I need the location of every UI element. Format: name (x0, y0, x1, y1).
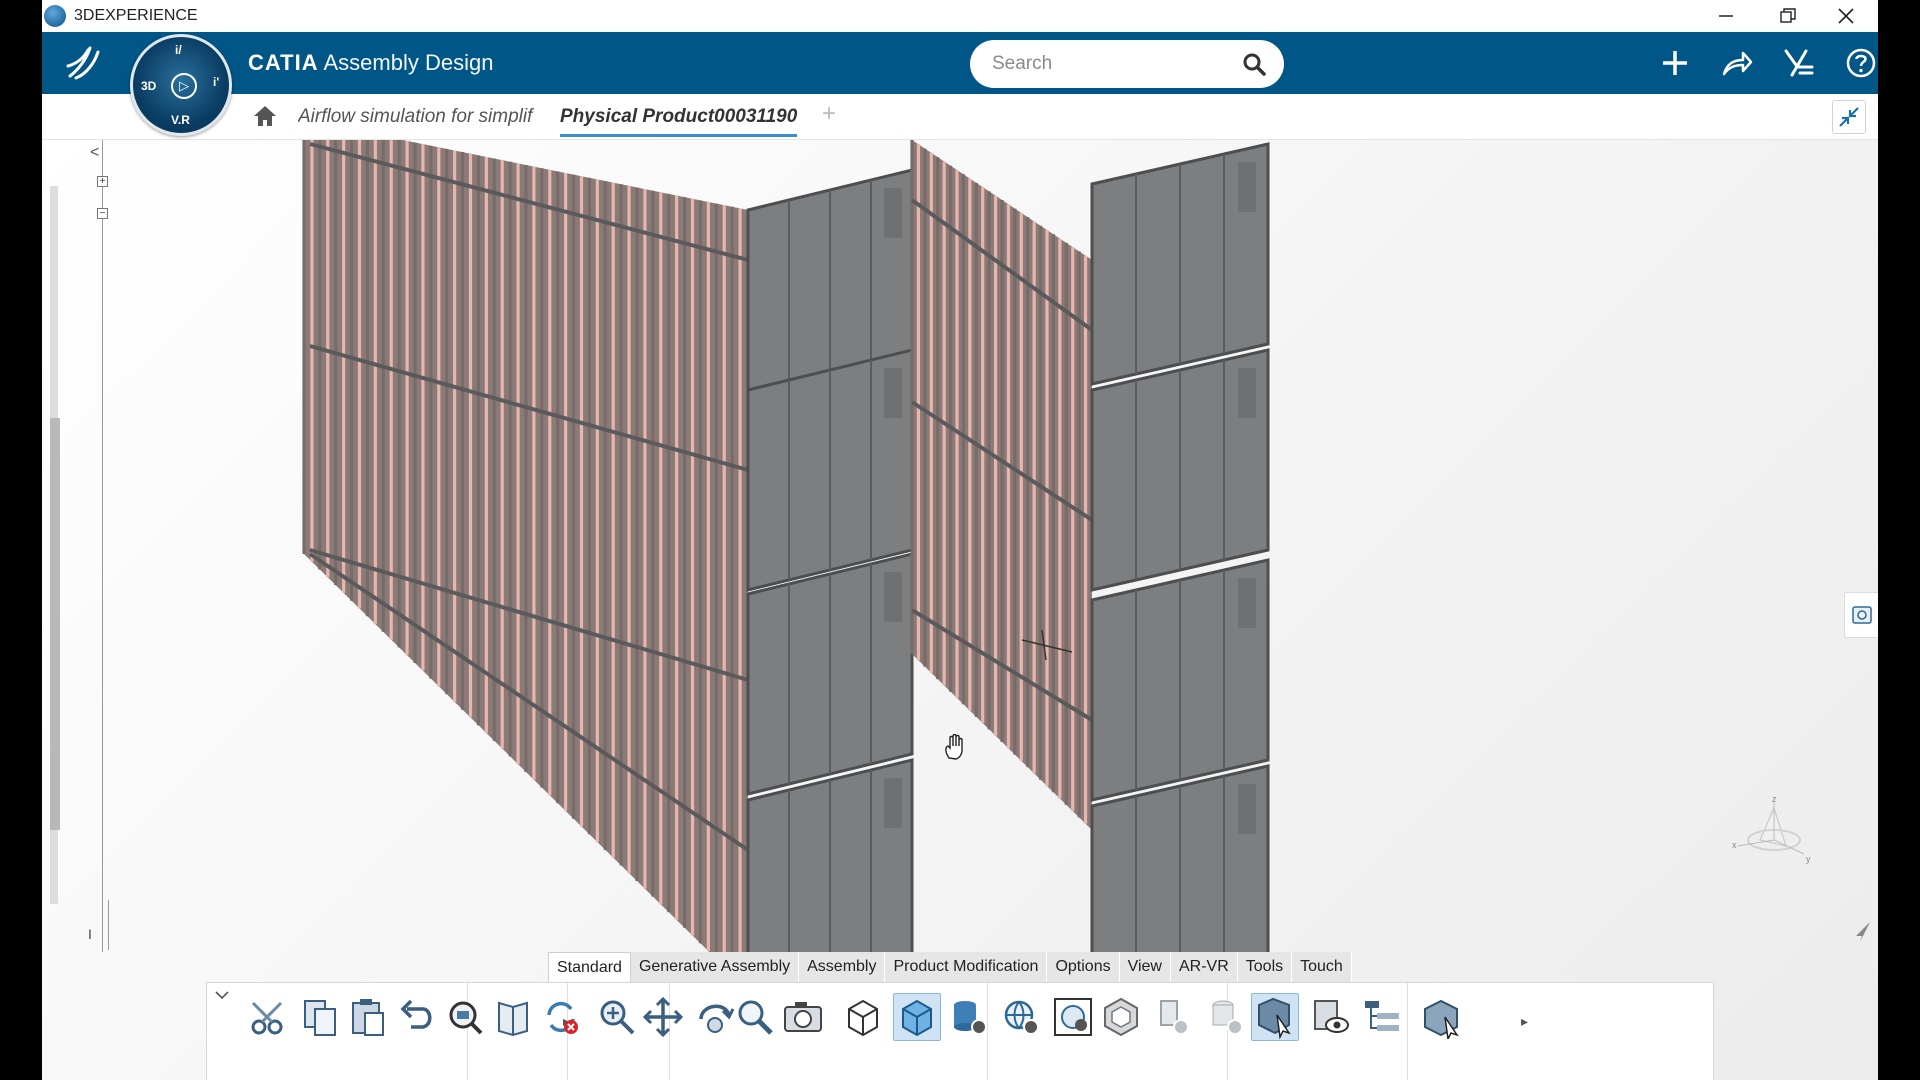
os-title-bar: 3DEXPERIENCE (42, 0, 1878, 32)
3d-viewport[interactable]: < + − I z x y (42, 140, 1878, 1080)
tab-previous[interactable]: Airflow simulation for simplif (298, 106, 550, 128)
compass-north[interactable]: i/ (175, 43, 182, 57)
tree-collapse-node[interactable]: − (97, 208, 108, 219)
tab-row: Airflow simulation for simplif Physical … (42, 94, 1878, 140)
tree-line (102, 140, 103, 952)
app-logo-icon (44, 5, 66, 27)
right-panel-toggle-icon[interactable] (1844, 592, 1878, 638)
action-bar: ▸▸▸▸ (206, 982, 1714, 1080)
hex-icon[interactable] (1097, 993, 1145, 1041)
db-gear-icon[interactable] (945, 993, 993, 1041)
magnifier-icon[interactable] (731, 993, 779, 1041)
app-window: 3DEXPERIENCE CATIA Assembly Design Searc… (42, 0, 1878, 1080)
pipe-gear-icon[interactable] (1149, 993, 1197, 1041)
update-icon[interactable] (537, 993, 585, 1041)
globe-gear-icon[interactable] (997, 993, 1045, 1041)
3d-compass[interactable]: i/ 3D i' V.R ▷ (130, 34, 232, 136)
search-icon[interactable] (1242, 52, 1266, 81)
door-label-block (884, 368, 902, 418)
app-header: CATIA Assembly Design (42, 32, 1878, 94)
toolbar-separator (1407, 983, 1408, 1080)
capture-icon[interactable] (779, 993, 827, 1041)
minimize-icon[interactable] (1694, 0, 1758, 32)
restore-icon[interactable] (1756, 0, 1820, 32)
window-title: 3DEXPERIENCE (74, 7, 198, 24)
door-label-block (884, 188, 902, 238)
action-tab-ar-vr[interactable]: AR-VR (1170, 952, 1238, 982)
dassault-logo-icon[interactable] (60, 40, 106, 86)
compass-social-icon[interactable] (1778, 42, 1820, 84)
visibility-icon[interactable] (1307, 993, 1355, 1041)
tree-collapse-button[interactable]: < (90, 144, 99, 162)
close-icon[interactable] (1814, 0, 1878, 32)
door-label-block (1238, 162, 1256, 212)
axis-z-label: z (1772, 796, 1777, 804)
search-box (970, 40, 1284, 88)
action-bar-dropdown-icon[interactable] (215, 987, 229, 1003)
action-tab-touch[interactable]: Touch (1292, 952, 1352, 982)
play-icon[interactable]: ▷ (171, 73, 197, 99)
tree-scrollbar-thumb[interactable] (50, 418, 60, 830)
action-bar-tabs: Standard Generative Assembly Assembly Produ… (548, 952, 1352, 982)
zoom-icon[interactable] (593, 993, 641, 1041)
action-tab-view[interactable]: View (1119, 952, 1171, 982)
toolbar-overflow-icon[interactable]: ▸ (1521, 1013, 1528, 1030)
compass-east[interactable]: i' (213, 75, 219, 89)
hand-cursor-icon (945, 734, 963, 760)
spec-globe-icon[interactable] (1049, 993, 1097, 1041)
axis-x-label: x (1732, 840, 1737, 850)
door-label-block (884, 778, 902, 828)
compass-vr[interactable]: V.R (171, 113, 190, 127)
cylinder-gear-icon[interactable] (1203, 993, 1251, 1041)
undo-icon[interactable] (395, 993, 443, 1041)
tree-text-caret: I (88, 926, 92, 942)
search-input[interactable] (992, 53, 1232, 75)
tree-expand-node[interactable]: + (97, 176, 108, 187)
compass-3d[interactable]: 3D (141, 79, 156, 93)
pan-icon[interactable] (639, 993, 687, 1041)
cut-icon[interactable] (243, 993, 291, 1041)
action-tab-options[interactable]: Options (1047, 952, 1120, 982)
door-label-block (1238, 784, 1256, 834)
shaded-icon[interactable] (893, 993, 941, 1041)
door-label-block (884, 572, 902, 622)
copy-icon[interactable] (297, 993, 345, 1041)
spec-tree-panel: < + − I (42, 140, 110, 952)
action-tab-generative-assembly[interactable]: Generative Assembly (630, 952, 800, 982)
wireframe-icon[interactable] (839, 993, 887, 1041)
add-tab-button[interactable]: + (822, 100, 836, 128)
app-brand: CATIA Assembly Design (248, 50, 493, 76)
door-label-block (1238, 368, 1256, 418)
app-name: Assembly Design (323, 50, 494, 75)
action-tab-product-modification[interactable]: Product Modification (885, 952, 1048, 982)
select-box-icon[interactable] (1251, 993, 1299, 1041)
home-icon[interactable] (252, 104, 278, 128)
door-label-block (1238, 578, 1256, 628)
axis-triad[interactable]: z x y (1732, 796, 1816, 866)
screen: 3DEXPERIENCE CATIA Assembly Design Searc… (0, 0, 1920, 1080)
brand-name: CATIA (248, 50, 319, 75)
share-icon[interactable] (1716, 42, 1758, 84)
cube-select-icon[interactable] (1417, 993, 1465, 1041)
container-stack-model[interactable] (42, 140, 1878, 1080)
paste-icon[interactable] (345, 993, 393, 1041)
action-tab-standard[interactable]: Standard (548, 952, 631, 982)
tree-line-bottom (108, 900, 109, 950)
help-icon[interactable] (1840, 42, 1878, 84)
tree-icon[interactable] (1359, 993, 1407, 1041)
axis-y-label: y (1806, 854, 1811, 864)
add-icon[interactable] (1654, 42, 1696, 84)
action-tab-tools[interactable]: Tools (1237, 952, 1293, 982)
pointer-arrow-icon (1856, 922, 1870, 942)
search-zoom-icon[interactable] (441, 993, 489, 1041)
book-icon[interactable] (489, 993, 537, 1041)
tab-active[interactable]: Physical Product00031190 (560, 106, 798, 137)
collapse-view-icon[interactable] (1832, 100, 1866, 134)
action-tab-assembly[interactable]: Assembly (799, 952, 886, 982)
